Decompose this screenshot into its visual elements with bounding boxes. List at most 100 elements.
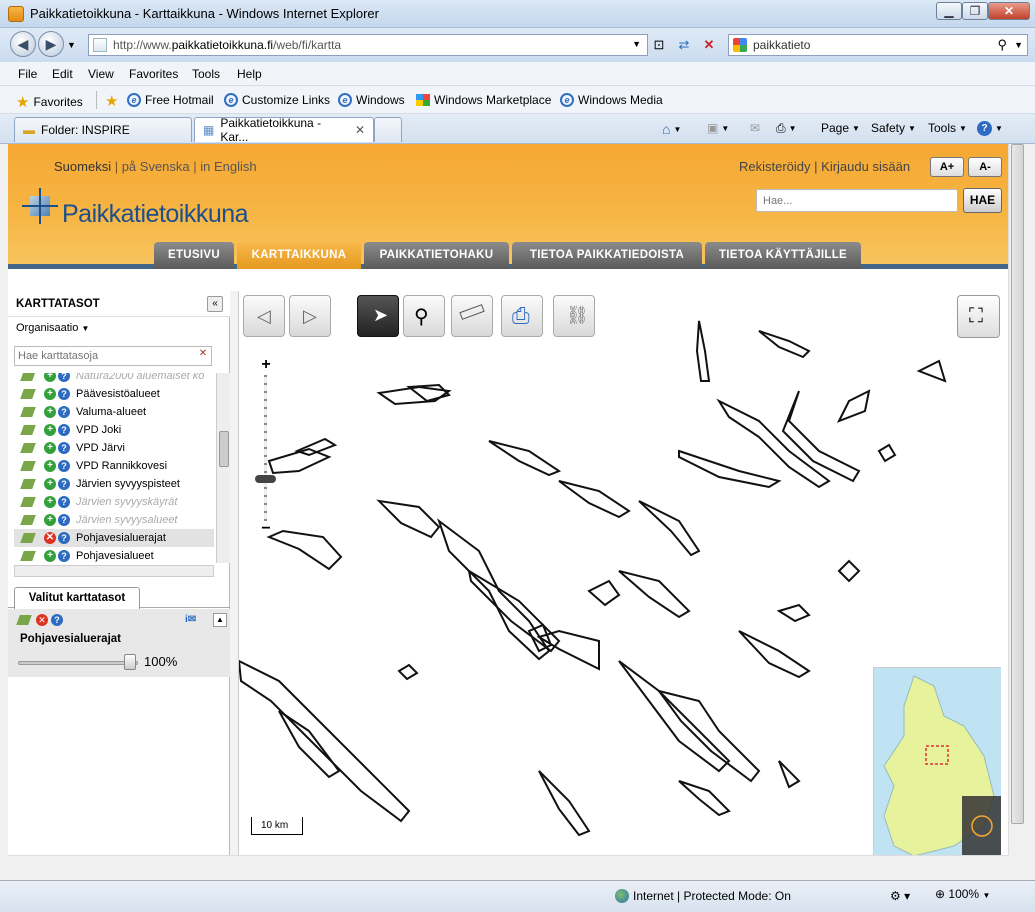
info-icon[interactable]: ? — [58, 388, 70, 400]
map-view[interactable]: ◁ ▷ ➤ ⚲ ⎙ ⛓ ⛶ + − 10 km — [238, 291, 1001, 855]
menu-view[interactable]: View — [88, 67, 114, 81]
remove-layer-icon[interactable]: ✕ — [44, 532, 56, 544]
page-horizontal-scrollbar[interactable] — [8, 855, 1008, 872]
nav-paikkatietohaku[interactable]: PAIKKATIETOHAKU — [364, 242, 509, 269]
maximize-button[interactable]: ❐ — [962, 2, 988, 20]
info-icon[interactable]: ? — [58, 496, 70, 508]
history-forward-button[interactable]: ▷ — [289, 295, 331, 337]
info-icon[interactable]: ? — [51, 614, 63, 626]
compatibility-icon[interactable]: ⊡ — [650, 36, 668, 54]
tab-selected-layers[interactable]: Valitut karttatasot — [14, 587, 140, 609]
forward-button[interactable]: ▶ — [38, 31, 64, 57]
print-button[interactable]: ⎙ ▼ — [776, 121, 797, 136]
layer-item[interactable]: +? Valuma-alueet — [14, 403, 214, 421]
fav-link-windows-media[interactable]: e Windows Media — [560, 93, 663, 107]
scrollbar-thumb[interactable] — [1011, 144, 1024, 824]
layer-item[interactable]: +? VPD Joki — [14, 421, 214, 439]
nav-karttaikkuna[interactable]: KARTTAIKKUNA — [237, 242, 361, 269]
link-button[interactable]: ⛓ — [553, 295, 595, 337]
add-layer-icon[interactable]: + — [44, 442, 56, 454]
add-layer-icon[interactable]: + — [44, 478, 56, 490]
security-zone[interactable]: Internet | Protected Mode: On — [615, 889, 791, 903]
layer-metadata-icon[interactable]: i✉ — [185, 614, 209, 627]
layer-item[interactable]: +? Järvien syvyyskäyrät — [14, 493, 214, 511]
lang-english[interactable]: in English — [200, 159, 256, 174]
new-tab-button[interactable] — [374, 117, 402, 142]
site-logo[interactable]: Paikkatietoikkuna — [18, 186, 278, 230]
layer-item[interactable]: +? VPD Järvi — [14, 439, 214, 457]
add-layer-icon[interactable]: + — [44, 496, 56, 508]
font-smaller-button[interactable]: A- — [968, 157, 1002, 177]
nav-tietoa-kayttajille[interactable]: TIETOA KÄYTTÄJILLE — [705, 242, 861, 269]
tools-menu[interactable]: Tools ▼ — [928, 121, 967, 135]
menu-file[interactable]: File — [18, 67, 37, 81]
info-icon[interactable]: ? — [58, 532, 70, 544]
fav-link-free-hotmail[interactable]: e Free Hotmail — [127, 93, 214, 107]
address-dropdown[interactable]: ▼ — [632, 39, 641, 49]
add-favorite-icon[interactable]: ★ — [105, 92, 118, 110]
info-icon[interactable]: ? — [58, 373, 70, 382]
tab-paikkatietoikkuna[interactable]: ▦ Paikkatietoikkuna - Kar... ✕ — [194, 116, 374, 144]
menu-edit[interactable]: Edit — [52, 67, 73, 81]
site-search-button[interactable]: HAE — [963, 188, 1002, 213]
layer-search-input[interactable] — [14, 346, 212, 366]
login-link[interactable]: Kirjaudu sisään — [821, 159, 910, 174]
add-layer-icon[interactable]: + — [44, 373, 56, 382]
close-tab-icon[interactable]: ✕ — [355, 123, 365, 137]
back-button[interactable]: ◀ — [10, 31, 36, 57]
feeds-button[interactable]: ▣ ▼ — [707, 121, 729, 135]
info-icon[interactable]: ? — [58, 442, 70, 454]
menu-help[interactable]: Help — [237, 67, 262, 81]
print-map-button[interactable]: ⎙ — [501, 295, 543, 337]
fav-link-windows[interactable]: e Windows — [338, 93, 405, 107]
fullscreen-button[interactable]: ⛶ — [957, 295, 1000, 338]
zoom-out-button[interactable]: − — [258, 521, 274, 537]
clear-search-icon[interactable]: ✕ — [196, 348, 210, 364]
menu-favorites[interactable]: Favorites — [129, 67, 178, 81]
fav-link-windows-marketplace[interactable]: Windows Marketplace — [416, 93, 551, 107]
menu-tools[interactable]: Tools — [192, 67, 220, 81]
close-button[interactable]: ✕ — [988, 2, 1030, 20]
fav-link-customize-links[interactable]: e Customize Links — [224, 93, 330, 107]
info-icon[interactable]: ? — [58, 460, 70, 472]
add-layer-icon[interactable]: + — [44, 460, 56, 472]
browser-search-box[interactable]: paikkatieto ⚲ ▼ — [728, 34, 1028, 56]
layer-list-scrollbar[interactable] — [216, 373, 230, 563]
zoom-slider-handle[interactable] — [255, 475, 276, 483]
opacity-slider-handle[interactable] — [124, 654, 136, 670]
read-mail-button[interactable]: ✉ — [750, 121, 760, 135]
info-icon[interactable]: ? — [58, 514, 70, 526]
organisation-dropdown[interactable]: Organisaatio ▼ — [16, 322, 89, 334]
home-button[interactable]: ⌂ ▼ — [662, 121, 681, 137]
history-back-button[interactable]: ◁ — [243, 295, 285, 337]
font-larger-button[interactable]: A+ — [930, 157, 964, 177]
protected-mode-icon[interactable]: ⚙ ▾ — [890, 889, 910, 903]
scrollbar-thumb[interactable] — [219, 431, 229, 467]
favorites-button[interactable]: ★ Favorites — [16, 93, 83, 111]
overview-map[interactable] — [873, 667, 1001, 855]
site-search-input[interactable] — [756, 189, 958, 212]
add-layer-icon[interactable]: + — [44, 514, 56, 526]
recent-pages-dropdown[interactable]: ▼ — [67, 40, 76, 50]
add-layer-icon[interactable]: + — [44, 406, 56, 418]
remove-layer-icon[interactable]: ✕ — [36, 614, 48, 626]
nav-etusivu[interactable]: ETUSIVU — [154, 242, 234, 269]
panel-splitter[interactable] — [230, 291, 238, 855]
safety-menu[interactable]: Safety ▼ — [871, 121, 916, 135]
stop-icon[interactable]: ✕ — [700, 36, 718, 54]
layer-item[interactable]: +? VPD Rannikkovesi — [14, 457, 214, 475]
info-icon[interactable]: ? — [58, 424, 70, 436]
nav-tietoa-paikkatiedoista[interactable]: TIETOA PAIKKATIEDOISTA — [512, 242, 702, 269]
add-layer-icon[interactable]: + — [44, 550, 56, 562]
opacity-slider[interactable] — [18, 661, 138, 665]
add-layer-icon[interactable]: + — [44, 388, 56, 400]
layer-list-hscrollbar[interactable] — [14, 565, 214, 577]
search-icon[interactable]: ⚲ — [997, 37, 1007, 53]
info-icon[interactable]: ? — [58, 406, 70, 418]
zoom-track[interactable] — [264, 375, 267, 521]
layer-item[interactable]: +? Natura2000 aluemaiset ko — [14, 373, 214, 385]
refresh-icon[interactable]: ⇄ — [675, 36, 693, 54]
address-bar[interactable]: http://www.paikkatietoikkuna.fi/web/fi/k… — [88, 34, 648, 56]
register-link[interactable]: Rekisteröidy — [739, 159, 811, 174]
search-provider-dropdown[interactable]: ▼ — [1014, 40, 1023, 50]
